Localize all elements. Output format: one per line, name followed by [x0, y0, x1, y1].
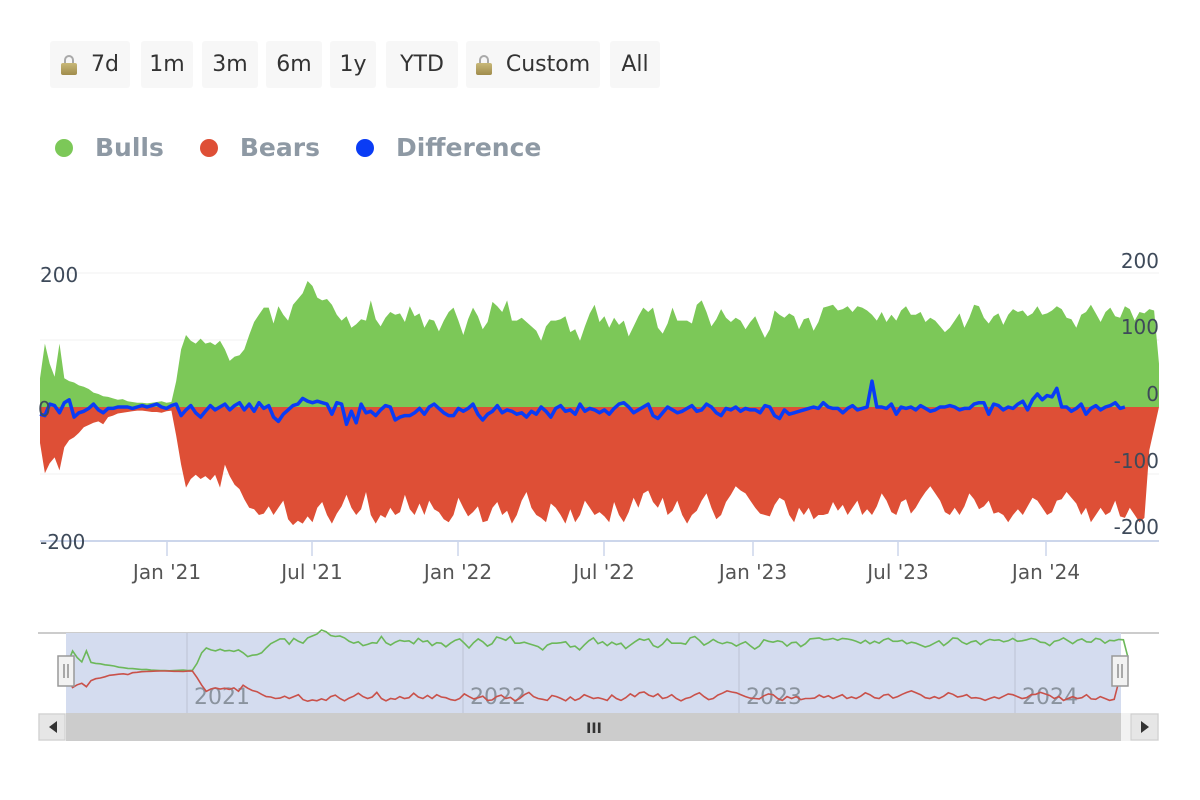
- x-tick-label: Jan '21: [131, 560, 201, 584]
- scroll-left-button[interactable]: [38, 713, 66, 741]
- range-button-label: Custom: [505, 52, 591, 77]
- arrow-right-icon: [1141, 721, 1149, 733]
- right-axis-label: -200: [1114, 515, 1159, 539]
- right-axis-label: 0: [1146, 382, 1159, 406]
- scrollbar-grip: III: [586, 721, 602, 737]
- x-tick-label: Jan '22: [422, 560, 492, 584]
- bears-area: [40, 407, 1159, 526]
- legend-item-bears[interactable]: Bears: [199, 133, 320, 162]
- range-button-label: 6m: [276, 52, 312, 77]
- range-button-label: YTD: [400, 52, 444, 77]
- range-button-1y[interactable]: 1y: [330, 41, 376, 88]
- x-tick-label: Jul '21: [279, 560, 342, 584]
- range-button-label: 7d: [91, 52, 119, 77]
- navigator-bears-line: [67, 670, 1120, 703]
- legend-label: Difference: [395, 133, 542, 162]
- navigator-left-handle[interactable]: [57, 655, 75, 687]
- scroll-right-button[interactable]: [1130, 713, 1159, 741]
- navigator-year-label: 2024: [1022, 685, 1078, 710]
- x-tick-label: Jul '23: [865, 560, 928, 584]
- scrollbar-track: [38, 713, 1159, 741]
- range-button-6m[interactable]: 6m: [266, 41, 322, 88]
- legend-label: Bears: [239, 133, 320, 162]
- difference-series: [39, 379, 1126, 427]
- range-button-1m[interactable]: 1m: [141, 41, 193, 88]
- chart-legend: Bulls Bears Difference: [55, 133, 577, 162]
- range-button-label: 3m: [212, 52, 248, 77]
- x-tick-label: Jan '23: [717, 560, 787, 584]
- main-chart: Jan '21 Jul '21 Jan '22 Jul '22 Jan '23 Jul '…: [38, 249, 1159, 741]
- legend-marker: [199, 138, 218, 157]
- range-button-7d[interactable]: 7d: [50, 41, 130, 88]
- range-button-label: 1m: [149, 52, 185, 77]
- legend-label: Bulls: [95, 133, 164, 162]
- navigator-right-handle[interactable]: [1111, 655, 1129, 687]
- legend-item-bulls[interactable]: Bulls: [55, 133, 164, 162]
- navigator-year-label: 2022: [470, 685, 526, 710]
- legend-item-difference[interactable]: Difference: [355, 133, 542, 162]
- left-axis-label: -200: [40, 530, 85, 554]
- lock-icon: [475, 54, 492, 75]
- right-axis-label: -100: [1114, 449, 1159, 473]
- range-button-label: All: [621, 52, 649, 77]
- lock-icon: [61, 54, 78, 75]
- handle-body: [57, 655, 75, 687]
- difference-line: [39, 379, 1126, 427]
- left-axis-label: 200: [40, 263, 78, 287]
- x-tick-label: Jan '24: [1010, 560, 1080, 584]
- range-button-ytd[interactable]: YTD: [386, 41, 458, 88]
- range-button-3m[interactable]: 3m: [202, 41, 258, 88]
- navigator-year-label: 2021: [194, 685, 250, 710]
- navigator-year-label: 2023: [746, 685, 802, 710]
- left-axis-label: 0: [38, 397, 51, 421]
- range-button-custom[interactable]: Custom: [466, 41, 600, 88]
- axes: Jan '21 Jul '21 Jan '22 Jul '22 Jan '23 Jul '…: [38, 249, 1159, 584]
- navigator-selection: [66, 633, 1121, 713]
- navigator: 2021 2022 2023 2024 III: [38, 629, 1159, 741]
- grid-lines: [40, 272, 1159, 475]
- right-axis-label: 200: [1121, 249, 1159, 273]
- range-button-label: 1y: [339, 52, 367, 77]
- bulls-area: [40, 281, 1159, 407]
- scrollbar-thumb[interactable]: [66, 713, 1121, 741]
- arrow-left-icon: [49, 721, 57, 733]
- navigator-bulls-line: [67, 629, 1129, 672]
- handle-body: [1111, 655, 1129, 687]
- series-areas: [40, 281, 1159, 526]
- legend-marker: [355, 138, 374, 157]
- range-button-all[interactable]: All: [610, 41, 660, 88]
- x-tick-label: Jul '22: [571, 560, 634, 584]
- legend-marker: [55, 138, 73, 157]
- right-axis-label: 100: [1121, 315, 1159, 339]
